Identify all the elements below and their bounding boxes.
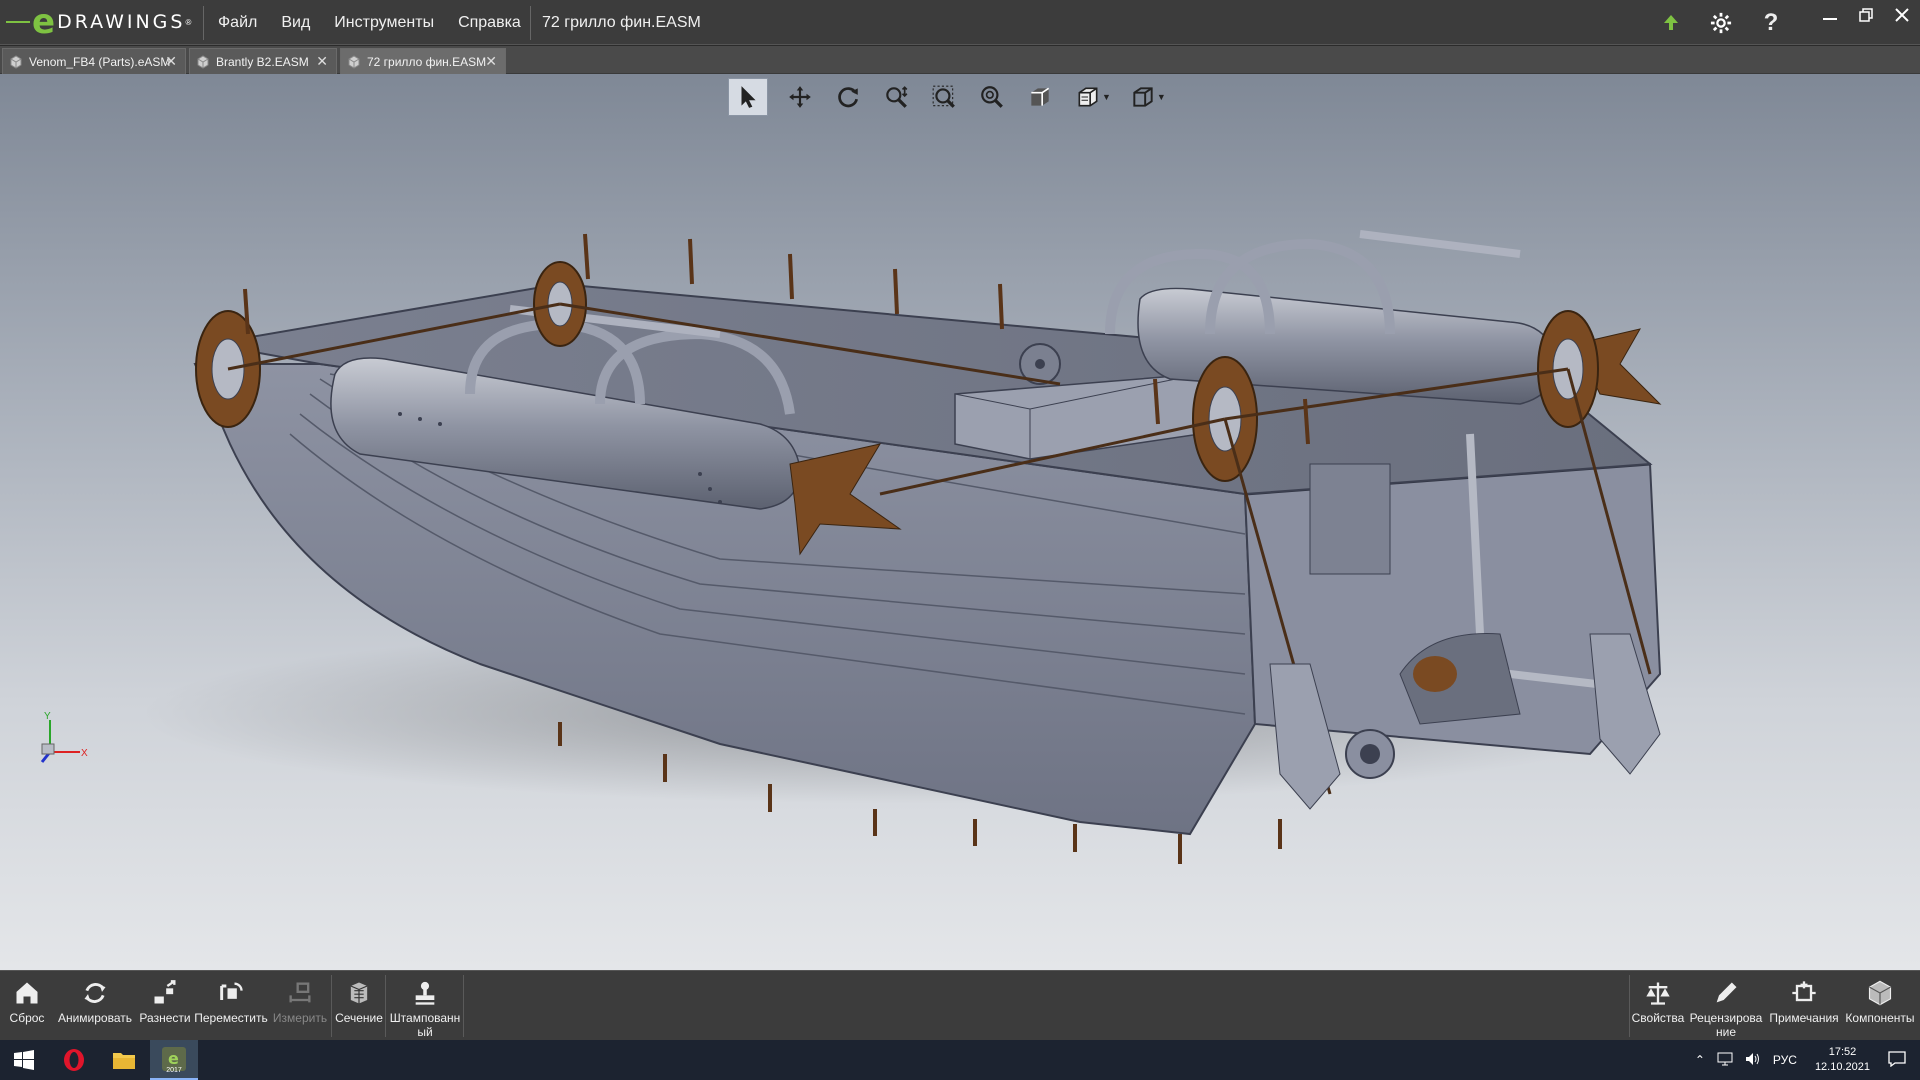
document-title: 72 грилло фин.EASM	[542, 14, 701, 31]
components-label: Компоненты	[1845, 1011, 1915, 1025]
move-label: Переместить	[194, 1011, 268, 1025]
stamp-icon	[415, 981, 435, 1005]
menu-separator	[203, 6, 204, 40]
network-icon[interactable]	[1717, 1052, 1733, 1069]
system-tray: ⌃ РУС 17:52 12.10.2021	[1689, 1040, 1920, 1080]
properties-button[interactable]: Свойства	[1631, 971, 1685, 1041]
title-right-controls: ?	[1646, 0, 1920, 45]
menu-tools[interactable]: Инструменты	[322, 0, 446, 45]
tab-venom[interactable]: Venom_FB4 (Parts).eASM ✕	[2, 48, 186, 74]
assembly-file-icon	[348, 54, 360, 69]
close-icon[interactable]	[1884, 0, 1920, 30]
reset-button[interactable]: Сброс	[6, 971, 48, 1041]
home-icon	[16, 982, 38, 1004]
tab-brantly[interactable]: Brantly B2.EASM ✕	[189, 48, 337, 74]
windows-taskbar: e 2017 ⌃ РУС 17:52 12.10.2021	[0, 1040, 1920, 1080]
measure-icon	[289, 982, 311, 1003]
3d-viewport[interactable]: ▼ ▼ Y X	[0, 74, 1920, 970]
animate-icon	[84, 983, 106, 1003]
scales-icon	[1646, 982, 1670, 1005]
measure-button[interactable]: Измерить	[268, 971, 332, 1041]
assembly-file-icon	[10, 54, 22, 69]
file-explorer-icon[interactable]	[100, 1040, 148, 1080]
stamp-button[interactable]: Штампованн ый	[387, 971, 463, 1041]
tab-close-icon[interactable]: ✕	[316, 53, 328, 70]
opera-icon[interactable]	[50, 1040, 98, 1080]
coordinate-triad: Y X	[40, 711, 88, 763]
section-icon	[350, 982, 368, 1004]
section-button[interactable]: Сечение	[333, 971, 385, 1041]
notes-label: Примечания	[1769, 1011, 1839, 1025]
gear-icon[interactable]	[1696, 0, 1746, 45]
svg-text:e: e	[168, 1049, 179, 1068]
move-button[interactable]: Переместить	[193, 971, 269, 1041]
section-label: Сечение	[335, 1011, 383, 1025]
tab-grillo[interactable]: 72 грилло фин.EASM ✕	[340, 48, 506, 74]
notes-button[interactable]: Примечания	[1767, 971, 1841, 1041]
review-label: Рецензирова ние	[1689, 1011, 1763, 1039]
restore-icon[interactable]	[1848, 0, 1884, 30]
bottom-separator	[331, 975, 332, 1037]
notes-icon	[1792, 981, 1816, 1002]
tab-close-icon[interactable]: ✕	[165, 53, 177, 70]
document-tabs: Venom_FB4 (Parts).eASM ✕ Brantly B2.EASM…	[0, 46, 1920, 74]
pencil-icon	[1716, 982, 1737, 1003]
help-icon[interactable]: ?	[1746, 0, 1796, 45]
bottom-toolbar: Сброс Анимировать Разнести Переместить И…	[0, 970, 1920, 1040]
bottom-separator	[463, 975, 464, 1037]
clock-date: 12.10.2021	[1814, 1061, 1870, 1073]
tab-label: 72 грилло фин.EASM	[367, 54, 487, 69]
move-icon	[220, 982, 243, 1000]
volume-icon[interactable]	[1745, 1052, 1761, 1069]
properties-label: Свойства	[1631, 1011, 1685, 1025]
menu-help[interactable]: Справка	[446, 0, 533, 45]
components-icon	[1868, 980, 1892, 1006]
assembly-file-icon	[197, 54, 209, 69]
menu-file[interactable]: Файл	[218, 0, 269, 45]
logo-e: e	[32, 2, 56, 42]
explode-icon	[154, 980, 176, 1004]
language-indicator[interactable]: РУС	[1773, 1053, 1797, 1067]
title-separator	[530, 6, 531, 40]
edrawings-version: 2017	[166, 1067, 182, 1074]
windows-start-icon[interactable]	[0, 1040, 48, 1080]
chevron-up-icon[interactable]: ⌃	[1695, 1053, 1705, 1067]
logo-line	[6, 21, 30, 23]
menu-view[interactable]: Вид	[269, 0, 322, 45]
tab-label: Brantly B2.EASM	[216, 54, 309, 69]
review-button[interactable]: Рецензирова ние	[1685, 971, 1767, 1041]
edrawings-logo: e DRAWINGS ®	[6, 4, 191, 40]
logo-registered: ®	[185, 17, 192, 27]
edrawings-taskbar-icon[interactable]: e 2017	[150, 1040, 198, 1080]
minimize-icon[interactable]	[1812, 0, 1848, 30]
tab-label: Venom_FB4 (Parts).eASM	[29, 54, 171, 69]
clock-time: 17:52	[1828, 1046, 1857, 1058]
title-bar: e DRAWINGS ® Файл Вид Инструменты Справк…	[0, 0, 1920, 45]
notifications-icon[interactable]	[1888, 1050, 1906, 1070]
tab-close-icon[interactable]: ✕	[485, 53, 497, 70]
bottom-separator	[1629, 975, 1630, 1037]
menu-bar: Файл Вид Инструменты Справка	[218, 0, 533, 45]
clock[interactable]: 17:52 12.10.2021	[1815, 1045, 1870, 1075]
bottom-separator	[385, 975, 386, 1037]
logo-word: DRAWINGS	[57, 11, 186, 33]
upload-arrow-icon[interactable]	[1646, 0, 1696, 45]
components-button[interactable]: Компоненты	[1843, 971, 1917, 1041]
stamp-label: Штампованн ый	[389, 1011, 461, 1039]
animate-label: Анимировать	[57, 1011, 133, 1025]
measure-label: Измерить	[272, 1011, 328, 1025]
boat-model[interactable]	[0, 74, 1920, 970]
animate-button[interactable]: Анимировать	[55, 971, 135, 1041]
triad-x-label: X	[81, 748, 88, 759]
explode-button[interactable]: Разнести	[136, 971, 194, 1041]
reset-label: Сброс	[9, 1011, 45, 1025]
triad-y-label: Y	[44, 711, 51, 722]
explode-label: Разнести	[139, 1011, 191, 1025]
